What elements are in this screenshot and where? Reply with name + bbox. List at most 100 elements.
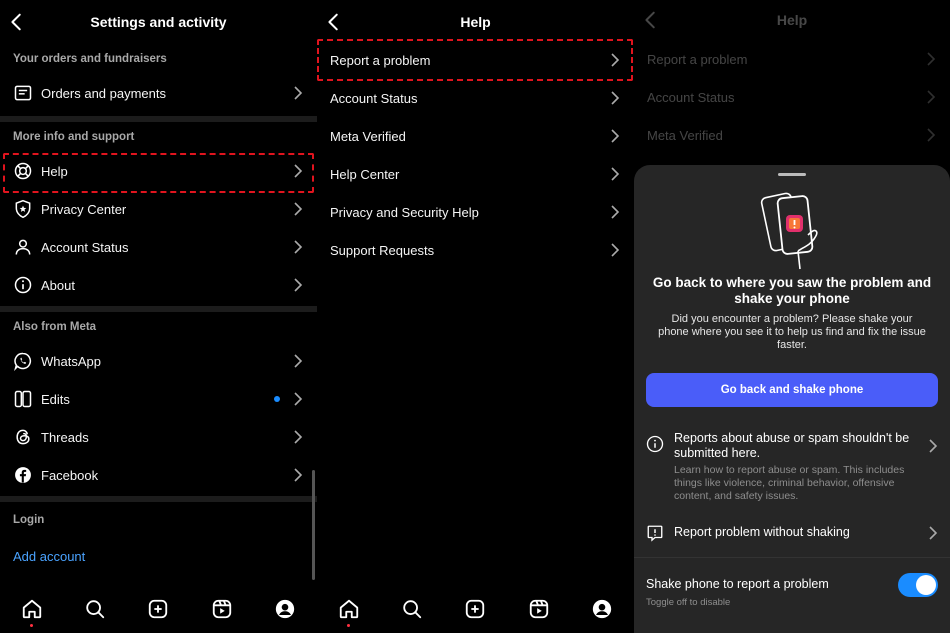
notification-dot xyxy=(346,624,350,627)
whatsapp-item[interactable]: WhatsApp xyxy=(0,342,317,380)
edits-label: Edits xyxy=(41,391,70,407)
help-item-label: Support Requests xyxy=(330,242,435,258)
help-item-report-problem[interactable]: Report a problem xyxy=(317,41,634,79)
chevron-right-icon xyxy=(611,243,620,257)
bottom-tab-bar xyxy=(317,585,634,633)
tab-profile[interactable] xyxy=(590,597,614,621)
facebook-item[interactable]: Facebook xyxy=(0,456,317,494)
tab-create[interactable] xyxy=(463,597,487,621)
search-icon xyxy=(86,600,105,619)
bottom-tab-bar xyxy=(0,585,317,633)
help-item-label: Report a problem xyxy=(330,52,431,68)
receipt-icon xyxy=(13,83,33,103)
tab-create[interactable] xyxy=(146,597,170,621)
toggle-knob xyxy=(916,575,936,595)
facebook-label: Facebook xyxy=(41,467,99,483)
help-item-report-problem[interactable]: Report a problem xyxy=(634,40,950,78)
go-back-shake-button[interactable]: Go back and shake phone xyxy=(646,373,938,407)
chevron-right-icon xyxy=(294,202,303,216)
report-without-shaking-row[interactable]: Report problem without shaking xyxy=(646,521,938,545)
sheet-description: Did you encounter a problem? Please shak… xyxy=(658,313,926,351)
account-status-label: Account Status xyxy=(41,239,129,255)
shake-toggle[interactable] xyxy=(898,573,938,597)
whatsapp-icon xyxy=(13,351,33,371)
tab-reels[interactable] xyxy=(527,597,551,621)
page-title: Help xyxy=(460,14,491,30)
section-header-support: More info and support xyxy=(13,131,135,143)
abuse-title: Reports about abuse or spam shouldn't be… xyxy=(674,431,910,460)
tab-profile[interactable] xyxy=(273,597,297,621)
chevron-right-icon xyxy=(294,164,303,178)
section-header-meta: Also from Meta xyxy=(13,321,97,333)
help-item-label: Meta Verified xyxy=(647,127,723,143)
help-item-meta-verified[interactable]: Meta Verified xyxy=(634,116,950,154)
report-problem-panel: Help Report a problem Account Status Met… xyxy=(634,0,950,633)
tab-reels[interactable] xyxy=(210,597,234,621)
tab-home[interactable] xyxy=(20,597,44,627)
dimmed-background: Help Report a problem Account Status Met… xyxy=(634,0,950,154)
help-item-help-center[interactable]: Help Center xyxy=(317,155,634,193)
reels-icon xyxy=(212,599,232,619)
edits-item[interactable]: Edits xyxy=(0,380,317,418)
chevron-right-icon xyxy=(611,91,620,105)
home-icon xyxy=(22,599,41,619)
help-item-privacy-security[interactable]: Privacy and Security Help xyxy=(317,193,634,231)
help-item-label: Account Status xyxy=(330,90,418,106)
about-label: About xyxy=(41,277,75,293)
profile-icon xyxy=(276,599,295,619)
profile-icon xyxy=(593,599,612,619)
section-header-orders: Your orders and fundraisers xyxy=(13,53,167,65)
tab-home[interactable] xyxy=(337,597,361,627)
help-item-meta-verified[interactable]: Meta Verified xyxy=(317,117,634,155)
help-item-support-requests[interactable]: Support Requests xyxy=(317,231,634,269)
help-item-account-status[interactable]: Account Status xyxy=(317,79,634,117)
help-topbar: Help xyxy=(317,0,634,44)
tab-search[interactable] xyxy=(83,597,107,621)
chevron-right-icon xyxy=(611,167,620,181)
lifebuoy-icon xyxy=(13,161,33,181)
help-label: Help xyxy=(41,163,68,179)
scrollbar[interactable] xyxy=(312,470,315,580)
sheet-grabber[interactable] xyxy=(778,173,806,176)
account-status-item[interactable]: Account Status xyxy=(0,228,317,266)
back-arrow-icon[interactable] xyxy=(323,11,345,33)
chevron-right-icon xyxy=(929,439,938,453)
threads-icon xyxy=(13,427,33,447)
abuse-spam-info-row[interactable]: Reports about abuse or spam shouldn't be… xyxy=(646,429,938,507)
help-item-label: Report a problem xyxy=(647,51,748,67)
edits-icon xyxy=(13,389,33,409)
privacy-center-item[interactable]: Privacy Center xyxy=(0,190,317,228)
chevron-right-icon xyxy=(294,86,303,100)
notification-dot xyxy=(29,624,33,627)
new-badge-dot xyxy=(274,396,280,402)
info-icon xyxy=(13,275,33,295)
help-item-label: Account Status xyxy=(647,89,735,105)
help-item[interactable]: Help xyxy=(0,152,317,190)
chevron-right-icon xyxy=(929,526,938,540)
privacy-center-label: Privacy Center xyxy=(41,201,127,217)
threads-item[interactable]: Threads xyxy=(0,418,317,456)
help-panel: Help Report a problem Account Status Met… xyxy=(317,0,634,633)
chevron-right-icon xyxy=(927,52,936,66)
orders-label: Orders and payments xyxy=(41,85,167,101)
reels-icon xyxy=(529,599,549,619)
tab-search[interactable] xyxy=(400,597,424,621)
orders-and-payments-item[interactable]: Orders and payments xyxy=(0,74,317,112)
chevron-right-icon xyxy=(611,53,620,67)
chevron-right-icon xyxy=(611,205,620,219)
bottom-sheet: Go back to where you saw the problem and… xyxy=(634,165,950,633)
about-item[interactable]: About xyxy=(0,266,317,304)
info-icon xyxy=(646,435,664,453)
alert-bubble-icon xyxy=(647,525,663,542)
back-arrow-icon[interactable] xyxy=(6,11,28,33)
report-without-shaking-label: Report problem without shaking xyxy=(674,525,850,539)
chevron-right-icon xyxy=(294,240,303,254)
add-account-link[interactable]: Add account xyxy=(0,538,317,574)
plus-square-icon xyxy=(149,599,168,619)
help-item-account-status[interactable]: Account Status xyxy=(634,78,950,116)
chevron-right-icon xyxy=(294,430,303,444)
page-title: Help xyxy=(776,12,808,28)
threads-label: Threads xyxy=(41,429,89,445)
chevron-right-icon xyxy=(611,129,620,143)
back-arrow-icon[interactable] xyxy=(640,9,662,31)
